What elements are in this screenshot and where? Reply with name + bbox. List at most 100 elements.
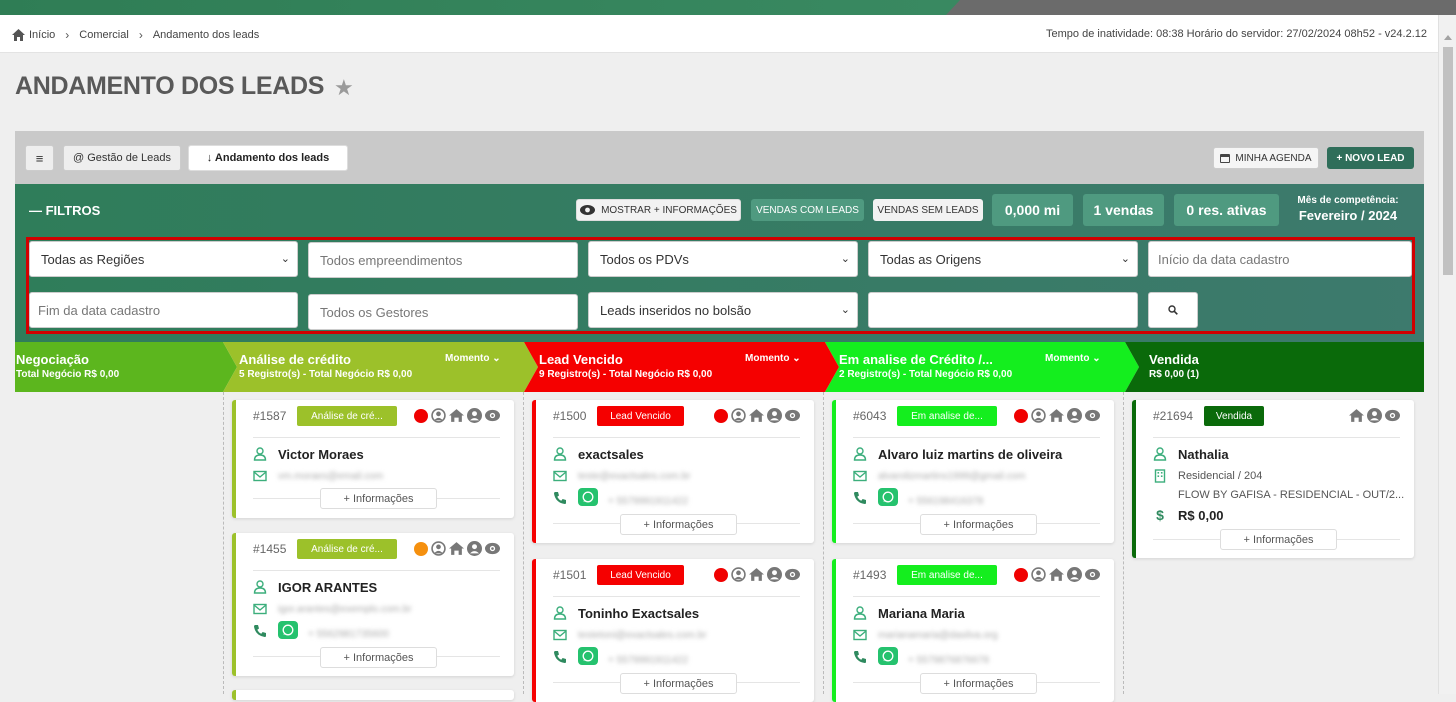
momento-dropdown[interactable]: Momento ⌄	[1045, 353, 1101, 364]
more-info-button[interactable]: + Informações	[920, 514, 1037, 535]
breadcrumb-comercial[interactable]: Comercial	[79, 29, 129, 41]
eye-icon[interactable]	[1085, 567, 1100, 582]
phone-icon[interactable]	[553, 491, 567, 505]
user-icon[interactable]	[467, 408, 482, 423]
whatsapp-icon[interactable]	[878, 647, 898, 665]
user-circle-icon[interactable]	[431, 541, 446, 556]
lead-name[interactable]: IGOR ARANTES	[278, 580, 377, 595]
stage-sub: 9 Registro(s) - Total Negócio R$ 0,00	[539, 369, 713, 380]
fim-data-input[interactable]: Fim da data cadastro	[29, 292, 298, 328]
lead-card[interactable]: #1455 Análise de cré... IGOR ARANTES igo…	[232, 533, 514, 676]
minha-agenda-button[interactable]: MINHA AGENDA	[1213, 147, 1319, 169]
lead-card[interactable]: #1501 Lead Vencido Toninho Exactsales te…	[532, 559, 814, 702]
stage-analise-credito[interactable]: Análise de crédito 5 Registro(s) - Total…	[223, 342, 538, 392]
user-icon[interactable]	[1067, 408, 1082, 423]
scroll-up-icon[interactable]	[1444, 35, 1452, 40]
user-circle-icon[interactable]	[731, 408, 746, 423]
eye-icon[interactable]	[785, 567, 800, 582]
more-info-button[interactable]: + Informações	[920, 673, 1037, 694]
home-icon[interactable]	[449, 408, 464, 423]
stage-sub: 5 Registro(s) - Total Negócio R$ 0,00	[239, 369, 413, 380]
whatsapp-icon[interactable]	[278, 621, 298, 639]
lead-name[interactable]: Victor Moraes	[278, 447, 364, 462]
user-icon[interactable]	[767, 567, 782, 582]
regioes-select[interactable]: Todas as Regiões ⌄	[29, 241, 298, 277]
lead-name[interactable]: Alvaro luiz martins de oliveira	[878, 447, 1062, 462]
lead-card[interactable]: #1587 Análise de cré... Victor Moraes vm…	[232, 400, 514, 518]
home-icon[interactable]	[749, 408, 764, 423]
bolsao-select[interactable]: Leads inseridos no bolsão ⌄	[588, 292, 858, 328]
gestores-select[interactable]: Todos os Gestores	[308, 294, 578, 330]
momento-dropdown[interactable]: Momento ⌄	[445, 353, 501, 364]
mostrar-informacoes-button[interactable]: MOSTRAR + INFORMAÇÕES	[576, 199, 741, 221]
search-button[interactable]	[1148, 292, 1198, 328]
momento-dropdown[interactable]: Momento ⌄	[745, 353, 801, 364]
phone-icon[interactable]	[853, 491, 867, 505]
project-name: FLOW BY GAFISA - RESIDENCIAL - OUT/2...	[1178, 489, 1405, 501]
eye-icon[interactable]	[485, 541, 500, 556]
lead-name[interactable]: Toninho Exactsales	[578, 606, 699, 621]
inicio-data-input[interactable]: Início da data cadastro	[1148, 241, 1412, 277]
eye-icon[interactable]	[1085, 408, 1100, 423]
more-info-button[interactable]: + Informações	[1220, 529, 1337, 550]
menu-toggle-button[interactable]: ≡	[25, 145, 54, 171]
eye-icon[interactable]	[785, 408, 800, 423]
user-icon[interactable]	[467, 541, 482, 556]
pdvs-select[interactable]: Todos os PDVs ⌄	[588, 241, 858, 277]
favorite-star-icon[interactable]: ★	[334, 75, 354, 101]
eye-icon[interactable]	[1385, 408, 1400, 423]
home-icon[interactable]	[1349, 408, 1364, 423]
filters-collapse-toggle[interactable]: — FILTROS	[29, 203, 100, 218]
user-circle-icon[interactable]	[431, 408, 446, 423]
person-icon	[553, 606, 567, 620]
lead-email: marianamaria@dasilva.org	[878, 630, 998, 641]
home-icon[interactable]	[12, 29, 25, 41]
whatsapp-icon[interactable]	[578, 488, 598, 506]
breadcrumb-home[interactable]: Início	[29, 29, 55, 41]
page-scrollbar[interactable]	[1438, 15, 1456, 694]
novo-lead-button[interactable]: + NOVO LEAD	[1327, 147, 1414, 169]
email-icon	[853, 629, 867, 641]
user-circle-icon[interactable]	[1031, 408, 1046, 423]
user-circle-icon[interactable]	[731, 567, 746, 582]
scrollbar-thumb[interactable]	[1443, 47, 1453, 275]
whatsapp-icon[interactable]	[578, 647, 598, 665]
stage-em-analise[interactable]: Em analise de Crédito /... 2 Registro(s)…	[825, 342, 1139, 392]
eye-icon[interactable]	[485, 408, 500, 423]
home-icon[interactable]	[1049, 567, 1064, 582]
more-info-button[interactable]: + Informações	[620, 673, 737, 694]
home-icon[interactable]	[749, 567, 764, 582]
user-icon[interactable]	[767, 408, 782, 423]
stage-vendida[interactable]: Vendida R$ 0,00 (1)	[1125, 342, 1424, 392]
lead-card[interactable]: #1493 Em analise de... Mariana Maria mar…	[832, 559, 1114, 702]
vendas-sem-leads-button[interactable]: VENDAS SEM LEADS	[873, 199, 983, 221]
phone-icon[interactable]	[853, 650, 867, 664]
lead-name[interactable]: exactsales	[578, 447, 644, 462]
client-name[interactable]: Nathalia	[1178, 447, 1229, 462]
stage-lead-vencido[interactable]: Lead Vencido 9 Registro(s) - Total Negóc…	[524, 342, 839, 392]
tab-andamento-leads[interactable]: ↓ Andamento dos leads	[188, 145, 348, 171]
lead-card[interactable]: #6043 Em analise de... Alvaro luiz marti…	[832, 400, 1114, 543]
tab-gestao-leads[interactable]: @ Gestão de Leads	[63, 145, 181, 171]
search-text-input[interactable]	[868, 292, 1138, 328]
more-info-button[interactable]: + Informações	[320, 488, 437, 509]
sale-card[interactable]: #21694 Vendida Nathalia Residencial / 20…	[1132, 400, 1414, 558]
origens-select[interactable]: Todas as Origens ⌄	[868, 241, 1138, 277]
phone-icon[interactable]	[253, 624, 267, 638]
lead-card[interactable]: #1500 Lead Vencido exactsales teste@exac…	[532, 400, 814, 543]
mes-competencia[interactable]: Mês de competência: Fevereiro / 2024	[1285, 195, 1411, 223]
phone-icon[interactable]	[553, 650, 567, 664]
stage-negociacao[interactable]: Negociação Total Negócio R$ 0,00	[15, 342, 237, 392]
home-icon[interactable]	[449, 541, 464, 556]
whatsapp-icon[interactable]	[878, 488, 898, 506]
home-icon[interactable]	[1049, 408, 1064, 423]
user-circle-icon[interactable]	[1031, 567, 1046, 582]
vendas-com-leads-button[interactable]: VENDAS COM LEADS	[751, 199, 864, 221]
more-info-button[interactable]: + Informações	[320, 647, 437, 668]
lead-name[interactable]: Mariana Maria	[878, 606, 965, 621]
lead-card[interactable]	[232, 690, 514, 700]
more-info-button[interactable]: + Informações	[620, 514, 737, 535]
user-icon[interactable]	[1367, 408, 1382, 423]
empreendimentos-select[interactable]: Todos empreendimentos	[308, 242, 578, 278]
user-icon[interactable]	[1067, 567, 1082, 582]
